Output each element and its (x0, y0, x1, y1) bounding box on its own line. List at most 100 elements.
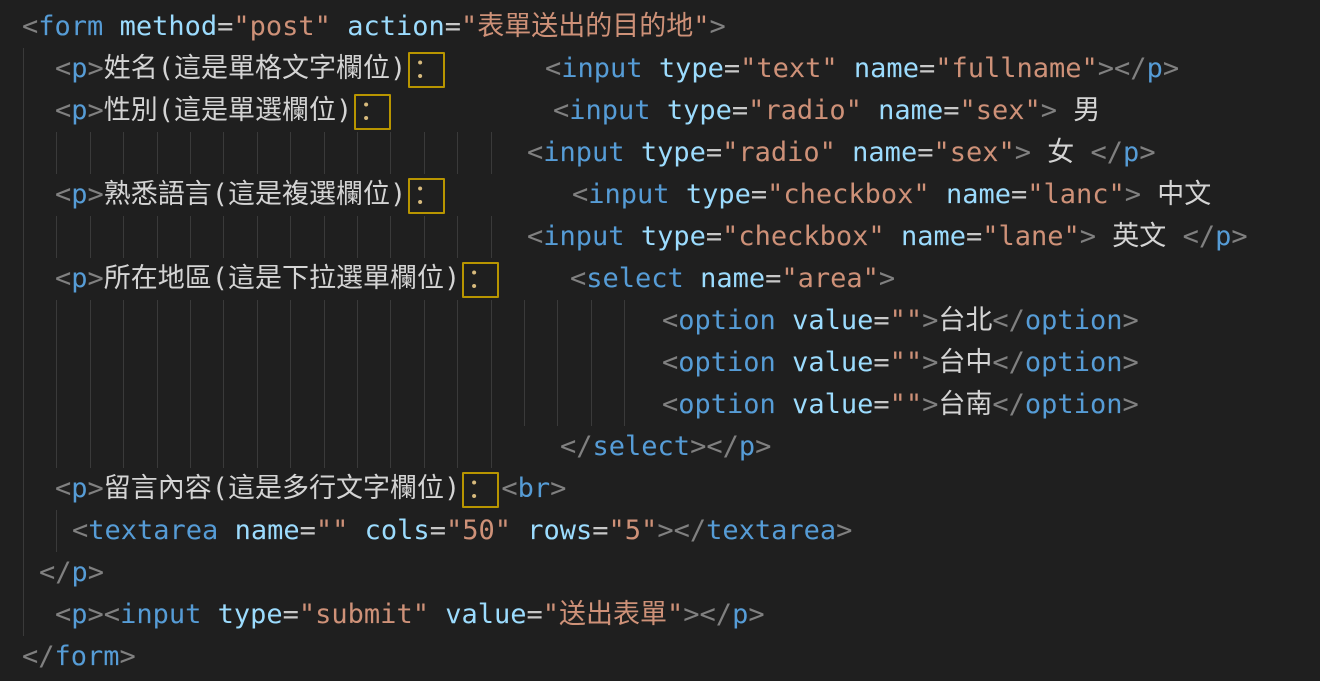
code-token: 女 (1031, 137, 1091, 168)
indent-guide (56, 300, 57, 342)
code-token: name (878, 95, 943, 126)
code-line[interactable]: </form> (0, 636, 1320, 678)
code-token: = (706, 221, 722, 252)
code-token (201, 599, 217, 630)
indent-guide (123, 132, 124, 174)
indent-guide (357, 342, 358, 384)
code-line[interactable]: </select></p> (0, 426, 1320, 468)
code-token: 英文 (1096, 221, 1183, 252)
code-token: input (588, 179, 669, 210)
indent-guide (491, 132, 492, 174)
code-token: textarea (88, 515, 218, 546)
code-line[interactable]: <option value="">台南</option> (0, 384, 1320, 426)
code-token: > (710, 11, 726, 42)
indent-guide (23, 216, 24, 258)
code-token (836, 137, 852, 168)
code-line[interactable]: <p>姓名(這是單格文字欄位)：<input type="text" name=… (0, 48, 1320, 90)
code-line[interactable]: <p>所在地區(這是下拉選單欄位)：<select name="area"> (0, 258, 1320, 300)
code-token: > (657, 515, 673, 546)
indent-guide (157, 300, 158, 342)
code-token: < (501, 473, 517, 504)
code-line[interactable]: <p>性別(這是單選欄位)：<input type="radio" name="… (0, 90, 1320, 132)
code-token: "checkbox" (767, 179, 930, 210)
indent-guide (56, 384, 57, 426)
code-line[interactable]: <p>留言內容(這是多行文字欄位)：<br> (0, 468, 1320, 510)
indent-guide (591, 300, 592, 342)
code-line[interactable]: <p><input type="submit" value="送出表單"></p… (0, 594, 1320, 636)
code-token: = (751, 179, 767, 210)
indent-guide (390, 384, 391, 426)
code-line[interactable]: <option value="">台北</option> (0, 300, 1320, 342)
code-token: = (873, 389, 889, 420)
code-token: p (71, 53, 87, 84)
code-token: > (1163, 53, 1179, 84)
code-token: > (88, 599, 104, 630)
code-token: p (739, 431, 755, 462)
indent-guide (591, 384, 592, 426)
code-token: </ (1114, 53, 1147, 84)
code-token (862, 95, 878, 126)
code-token: < (662, 305, 678, 336)
indent-guide (223, 342, 224, 384)
indent-guide (390, 216, 391, 258)
indent-guide (23, 132, 24, 174)
code-segment: <textarea name="" cols="50" rows="5"></t… (72, 510, 852, 552)
code-token: value (792, 347, 873, 378)
indent-guide (457, 300, 458, 342)
code-token: p (71, 473, 87, 504)
code-segment: <option value="">台北</option> (662, 300, 1139, 342)
indent-guide (123, 426, 124, 468)
code-token (348, 515, 364, 546)
code-token: > (683, 599, 699, 630)
code-token: < (55, 599, 71, 630)
indent-guide (524, 384, 525, 426)
code-token: < (527, 137, 543, 168)
code-token: </ (992, 389, 1025, 420)
code-line[interactable]: <p>熟悉語言(這是複選欄位)：<input type="checkbox" n… (0, 174, 1320, 216)
code-token: "sex" (933, 137, 1014, 168)
code-line[interactable]: <form method="post" action="表單送出的目的地"> (0, 6, 1320, 48)
code-line[interactable]: <input type="checkbox" name="lane"> 英文 <… (0, 216, 1320, 258)
code-token: type (641, 137, 706, 168)
code-token: "表單送出的目的地" (461, 11, 710, 42)
indent-guide (324, 384, 325, 426)
indent-guide (190, 342, 191, 384)
code-token: = (283, 599, 299, 630)
code-token: > (88, 95, 104, 126)
code-editor[interactable]: <form method="post" action="表單送出的目的地"><p… (0, 0, 1320, 681)
indent-guide (324, 426, 325, 468)
code-token: value (445, 599, 526, 630)
code-token: name (946, 179, 1011, 210)
indent-guide (90, 132, 91, 174)
indent-guide (223, 132, 224, 174)
indent-guide (157, 384, 158, 426)
code-token (838, 53, 854, 84)
code-token: "checkbox" (722, 221, 885, 252)
code-line[interactable]: </p> (0, 552, 1320, 594)
code-token: br (518, 473, 551, 504)
code-line[interactable]: <option value="">台中</option> (0, 342, 1320, 384)
code-token (643, 53, 659, 84)
code-line[interactable]: <textarea name="" cols="50" rows="5"></t… (0, 510, 1320, 552)
indent-guide (357, 300, 358, 342)
indent-guide (223, 426, 224, 468)
code-token: < (572, 179, 588, 210)
code-token: = (873, 305, 889, 336)
indent-guide (591, 342, 592, 384)
code-segment: <option value="">台中</option> (662, 342, 1139, 384)
code-line[interactable]: <input type="radio" name="sex"> 女 </p> (0, 132, 1320, 174)
indent-guide (90, 342, 91, 384)
indent-guide (23, 552, 24, 594)
unicode-highlight-box: ： (462, 472, 499, 508)
code-token: p (71, 599, 87, 630)
code-token: p (1215, 221, 1231, 252)
indent-guide (290, 342, 291, 384)
code-token: = (765, 263, 781, 294)
indent-guide (257, 426, 258, 468)
indent-guide (157, 426, 158, 468)
code-segment: <input type="radio" name="sex"> 男 (553, 90, 1100, 132)
code-token: "text" (740, 53, 838, 84)
indent-guide (157, 132, 158, 174)
indent-guide (424, 384, 425, 426)
indent-guide (157, 342, 158, 384)
